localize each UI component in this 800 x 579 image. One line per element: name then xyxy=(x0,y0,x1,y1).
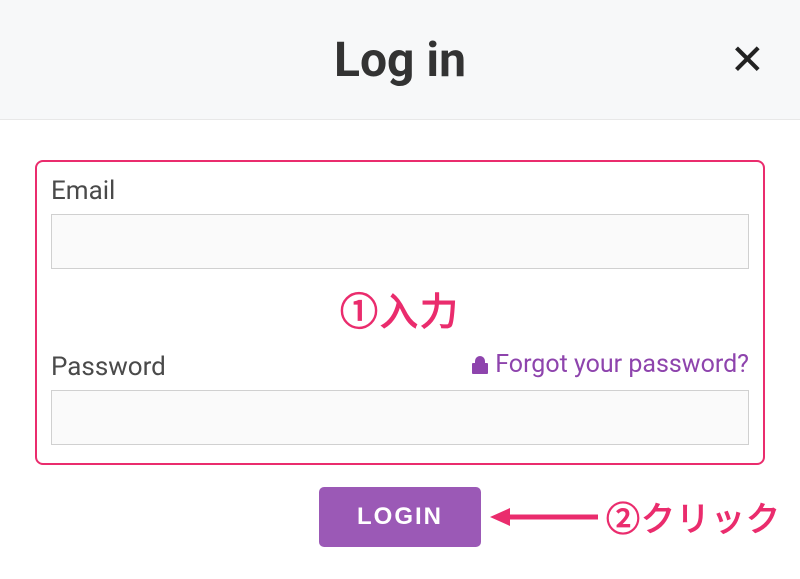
annotation-step1: ①入力 xyxy=(51,281,749,336)
modal-body: Email ①入力 Password Forgot your password?… xyxy=(0,120,800,567)
login-button[interactable]: LOGIN xyxy=(319,487,481,547)
close-button[interactable]: ✕ xyxy=(730,39,765,81)
password-group: Password Forgot your password? xyxy=(51,350,749,445)
email-label: Email xyxy=(51,176,115,206)
password-label: Password xyxy=(51,352,166,382)
annotation-step2: ②クリック xyxy=(606,492,781,541)
close-icon: ✕ xyxy=(730,36,765,83)
forgot-password-link[interactable]: Forgot your password? xyxy=(471,350,749,379)
forgot-password-text: Forgot your password? xyxy=(495,350,749,379)
email-group: Email xyxy=(51,176,749,269)
lock-icon xyxy=(471,355,489,375)
login-row: LOGIN ②クリック xyxy=(35,487,765,547)
modal-title: Log in xyxy=(334,31,466,88)
password-input[interactable] xyxy=(51,390,749,445)
email-input[interactable] xyxy=(51,214,749,269)
modal-header: Log in ✕ xyxy=(0,0,800,120)
annotation-step2-group: ②クリック xyxy=(490,492,781,541)
annotation-highlight-box: Email ①入力 Password Forgot your password? xyxy=(35,160,765,465)
arrow-left-icon xyxy=(490,505,600,529)
